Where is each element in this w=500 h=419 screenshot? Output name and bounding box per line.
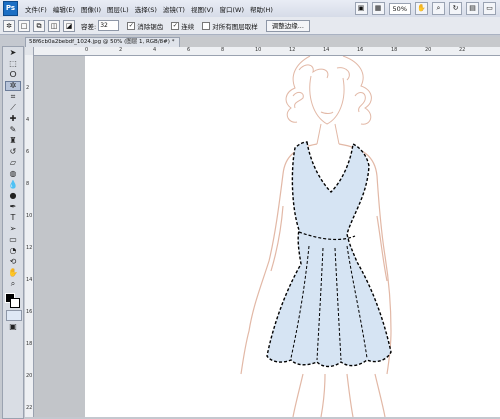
shape-tool-icon[interactable]: ▭	[5, 235, 21, 245]
color-swatches[interactable]	[5, 293, 21, 308]
ruler-horizontal[interactable]: 0 2 4 6 8 10 12 14 16 18 20 22	[34, 47, 500, 56]
subtract-selection-icon[interactable]: ◫	[48, 19, 60, 32]
brush-tool-icon[interactable]: ✎	[5, 125, 21, 135]
zoom-select[interactable]: 50%	[388, 2, 411, 15]
rotate-view-icon[interactable]: ↻	[449, 2, 462, 15]
hand-tool-icon[interactable]: ✋	[415, 2, 428, 15]
marquee-tool-icon[interactable]: ⬚	[5, 59, 21, 69]
history-brush-tool-icon[interactable]: ↺	[5, 147, 21, 157]
canvas-area[interactable]	[34, 55, 500, 418]
ruler-left-tick: 8	[26, 181, 30, 187]
dodge-tool-icon[interactable]: ●	[5, 191, 21, 201]
zoom-tool-icon[interactable]: ⌕	[5, 279, 21, 289]
ruler-top-tick: 22	[459, 47, 466, 53]
dress-selection	[266, 141, 392, 368]
photoshop-logo: Ps	[3, 1, 18, 16]
menu-layer[interactable]: 图层(L)	[104, 4, 132, 14]
screen-mode-icon[interactable]: ▭	[483, 2, 496, 15]
lasso-tool-icon[interactable]: ⵔ	[5, 70, 21, 80]
toolbox: ➤ ⬚ ⵔ ✲ ⌗ ⟋ ✚ ✎ ♜ ↺ ▱ ◍ 💧 ● ✒ T ➢ ▭ ◔ ⟲ …	[2, 46, 24, 419]
ruler-top-tick: 16	[357, 47, 364, 53]
ruler-left-tick: 4	[26, 117, 30, 123]
magic-wand-preset-icon[interactable]: ✲	[3, 19, 15, 32]
ruler-top-tick: 4	[153, 47, 157, 53]
menu-bar: Ps 文件(F) 编辑(E) 图像(I) 图层(L) 选择(S) 滤镜(T) 视…	[0, 0, 500, 18]
magic-wand-tool-icon[interactable]: ✲	[5, 81, 21, 91]
sketch-hair	[285, 55, 372, 125]
ruler-top-tick: 8	[221, 47, 225, 53]
ruler-top-tick: 6	[187, 47, 191, 53]
document-window: 58f6cb0a2bebdf_1024.jpg @ 50% (图层 1, RGB…	[25, 37, 500, 418]
eyedropper-tool-icon[interactable]: ⟋	[5, 103, 21, 113]
fashion-sketch	[240, 55, 392, 418]
crop-tool-icon[interactable]: ⌗	[5, 92, 21, 102]
contiguous-label: 连续	[181, 22, 195, 31]
new-selection-icon[interactable]: □	[18, 19, 30, 32]
add-selection-icon[interactable]: ⧉	[33, 19, 45, 32]
screen-mode-tool-icon[interactable]: ▣	[5, 322, 21, 332]
menu-image[interactable]: 图像(I)	[78, 4, 104, 14]
blur-tool-icon[interactable]: 💧	[5, 180, 21, 190]
ruler-top-tick: 14	[323, 47, 330, 53]
background-color-swatch[interactable]	[10, 298, 20, 308]
ruler-left-tick: 18	[26, 341, 33, 347]
contiguous-checkbox[interactable]: ✓ 连续	[171, 21, 194, 31]
menu-view[interactable]: 视图(V)	[188, 4, 217, 14]
arrange-documents-icon[interactable]: ▤	[466, 2, 479, 15]
ruler-left-tick: 16	[26, 309, 33, 315]
options-bar: ✲ □ ⧉ ◫ ◪ 容差: 32 ✓ 消除锯齿 ✓ 连续 对所有图层取样 调整边…	[0, 17, 500, 35]
refine-edge-button[interactable]: 调整边缘...	[265, 19, 310, 32]
ruler-left-tick: 12	[26, 245, 33, 251]
3d-orbit-tool-icon[interactable]: ⟲	[5, 257, 21, 267]
all-layers-checkbox[interactable]: 对所有图层取样	[202, 21, 258, 31]
ruler-left-tick: 6	[26, 149, 30, 155]
tolerance-input[interactable]: 32	[98, 20, 120, 31]
ruler-top-tick: 18	[391, 47, 398, 53]
healing-brush-tool-icon[interactable]: ✚	[5, 114, 21, 124]
view-extras-icon[interactable]: ▦	[371, 2, 385, 15]
sketch-face	[309, 75, 345, 145]
menu-select[interactable]: 选择(S)	[132, 4, 160, 14]
ruler-top-tick: 10	[255, 47, 262, 53]
ruler-left-tick: 20	[26, 373, 33, 379]
menubar-right-controls: ▣ ▦ 50% ✋ ⌕ ↻ ▤ ▭	[354, 2, 496, 15]
ruler-top-tick: 12	[289, 47, 296, 53]
contiguous-check-icon[interactable]: ✓	[171, 21, 180, 30]
hand-tool-icon[interactable]: ✋	[5, 268, 21, 278]
antialias-checkbox[interactable]: ✓ 消除锯齿	[127, 21, 163, 31]
menu-file[interactable]: 文件(F)	[22, 4, 50, 14]
ruler-left-tick: 2	[26, 85, 30, 91]
bridge-icon[interactable]: ▣	[354, 2, 368, 15]
3d-rotate-tool-icon[interactable]: ◔	[5, 246, 21, 256]
type-tool-icon[interactable]: T	[5, 213, 21, 223]
ruler-left-tick: 14	[26, 277, 33, 283]
all-layers-check-icon[interactable]	[202, 21, 211, 30]
path-selection-tool-icon[interactable]: ➢	[5, 224, 21, 234]
antialias-check-icon[interactable]: ✓	[127, 21, 136, 30]
all-layers-label: 对所有图层取样	[212, 22, 258, 31]
menu-window[interactable]: 窗口(W)	[216, 4, 247, 14]
menu-filter[interactable]: 滤镜(T)	[160, 4, 188, 14]
move-tool-icon[interactable]: ➤	[5, 48, 21, 58]
document-tab[interactable]: 58f6cb0a2bebdf_1024.jpg @ 50% (图层 1, RGB…	[25, 37, 180, 47]
eraser-tool-icon[interactable]: ▱	[5, 158, 21, 168]
quick-mask-icon[interactable]	[6, 310, 22, 321]
menu-edit[interactable]: 编辑(E)	[50, 4, 78, 14]
intersect-selection-icon[interactable]: ◪	[63, 19, 75, 32]
ruler-left-tick: 10	[26, 213, 33, 219]
ruler-top-tick: 0	[85, 47, 89, 53]
tolerance-label: 容差:	[81, 22, 97, 31]
ruler-left-tick: 22	[26, 405, 33, 411]
ruler-top-tick: 20	[425, 47, 432, 53]
antialias-label: 消除锯齿	[137, 22, 164, 31]
paint-bucket-tool-icon[interactable]: ◍	[5, 169, 21, 179]
pen-tool-icon[interactable]: ✒	[5, 202, 21, 212]
clone-stamp-tool-icon[interactable]: ♜	[5, 136, 21, 146]
ruler-vertical[interactable]: 2 4 6 8 10 12 14 16 18 20 22	[25, 55, 34, 417]
ruler-top-tick: 2	[119, 47, 123, 53]
document-canvas[interactable]	[85, 55, 500, 418]
sketch-legs	[292, 373, 386, 418]
menu-help[interactable]: 帮助(H)	[247, 4, 276, 14]
zoom-tool-icon[interactable]: ⌕	[432, 2, 445, 15]
